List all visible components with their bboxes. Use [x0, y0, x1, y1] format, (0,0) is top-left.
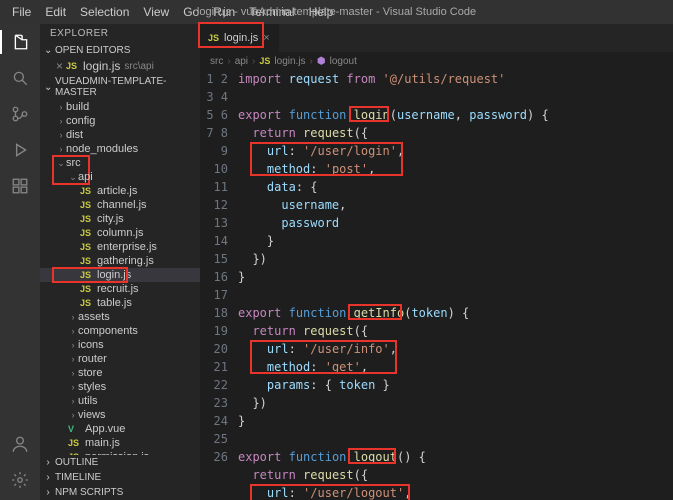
- file-item[interactable]: JSarticle.js: [40, 184, 200, 198]
- file-item[interactable]: JSchannel.js: [40, 198, 200, 212]
- open-editor-item[interactable]: × JS login.js src\api: [40, 58, 200, 74]
- folder-item[interactable]: ›build: [40, 100, 200, 114]
- extensions-icon[interactable]: [8, 174, 32, 198]
- file-item[interactable]: VApp.vue: [40, 422, 200, 436]
- menu-selection[interactable]: Selection: [74, 3, 135, 21]
- js-icon: JS: [80, 242, 94, 252]
- line-numbers: 1 2 3 4 5 6 7 8 9 10 11 12 13 14 15 16 1…: [200, 70, 238, 500]
- editor-tabs: JS login.js ×: [200, 24, 673, 52]
- js-icon: JS: [66, 61, 80, 71]
- js-icon: JS: [80, 200, 94, 210]
- js-icon: JS: [80, 284, 94, 294]
- explorer-icon[interactable]: [0, 30, 40, 54]
- file-item[interactable]: JSgathering.js: [40, 254, 200, 268]
- sidebar: EXPLORER ⌄OPEN EDITORS × JS login.js src…: [40, 24, 200, 500]
- outline-header[interactable]: ›OUTLINE: [40, 455, 200, 470]
- folder-item[interactable]: ›dist: [40, 128, 200, 142]
- js-icon: JS: [68, 438, 82, 448]
- close-icon[interactable]: ×: [263, 32, 269, 44]
- editor-tab[interactable]: JS login.js ×: [200, 24, 279, 52]
- file-item[interactable]: JScolumn.js: [40, 226, 200, 240]
- js-icon: JS: [208, 33, 219, 43]
- debug-icon[interactable]: [8, 138, 32, 162]
- vue-icon: V: [68, 424, 82, 434]
- js-icon: JS: [80, 298, 94, 308]
- js-icon: JS: [80, 256, 94, 266]
- folder-item[interactable]: ›views: [40, 408, 200, 422]
- project-header[interactable]: ⌄VUEADMIN-TEMPLATE-MASTER: [40, 74, 200, 100]
- account-icon[interactable]: [8, 432, 32, 456]
- file-item[interactable]: JScity.js: [40, 212, 200, 226]
- menu-view[interactable]: View: [137, 3, 175, 21]
- title-bar: File Edit Selection View Go Run Terminal…: [0, 0, 673, 24]
- source-control-icon[interactable]: [8, 102, 32, 126]
- code-editor[interactable]: 1 2 3 4 5 6 7 8 9 10 11 12 13 14 15 16 1…: [200, 70, 673, 500]
- file-item[interactable]: JSmain.js: [40, 436, 200, 450]
- menu-edit[interactable]: Edit: [39, 3, 72, 21]
- npm-header[interactable]: ›NPM SCRIPTS: [40, 485, 200, 500]
- file-item[interactable]: JSrecruit.js: [40, 282, 200, 296]
- js-icon: JS: [80, 270, 94, 280]
- menu-file[interactable]: File: [6, 3, 37, 21]
- folder-item[interactable]: ›components: [40, 324, 200, 338]
- js-icon: JS: [259, 56, 270, 66]
- folder-item[interactable]: ⌄src: [40, 156, 200, 170]
- js-icon: JS: [80, 214, 94, 224]
- file-item[interactable]: JSpermission.js: [40, 450, 200, 455]
- folder-item[interactable]: ›store: [40, 366, 200, 380]
- folder-item[interactable]: ›router: [40, 352, 200, 366]
- code-body[interactable]: import request from '@/utils/request' ex…: [238, 70, 673, 500]
- folder-item[interactable]: ›node_modules: [40, 142, 200, 156]
- js-icon: JS: [80, 186, 94, 196]
- breadcrumb[interactable]: src› api› JS login.js› ⬢logout: [200, 52, 673, 70]
- file-item[interactable]: JSlogin.js: [40, 268, 200, 282]
- file-tree: ›build›config›dist›node_modules⌄src⌄apiJ…: [40, 100, 200, 455]
- file-item[interactable]: JStable.js: [40, 296, 200, 310]
- activity-bar: [0, 24, 40, 500]
- search-icon[interactable]: [8, 66, 32, 90]
- folder-item[interactable]: ›config: [40, 114, 200, 128]
- js-icon: JS: [80, 228, 94, 238]
- js-icon: JS: [68, 452, 82, 455]
- folder-item[interactable]: ›assets: [40, 310, 200, 324]
- folder-item[interactable]: ⌄api: [40, 170, 200, 184]
- close-icon[interactable]: ×: [56, 59, 66, 73]
- window-title: login.js - vueAdmin-template-master - Vi…: [197, 6, 476, 18]
- sidebar-title: EXPLORER: [40, 24, 200, 43]
- file-item[interactable]: JSenterprise.js: [40, 240, 200, 254]
- folder-item[interactable]: ›icons: [40, 338, 200, 352]
- folder-item[interactable]: ›styles: [40, 380, 200, 394]
- open-editors-header[interactable]: ⌄OPEN EDITORS: [40, 43, 200, 58]
- settings-icon[interactable]: [8, 468, 32, 492]
- folder-item[interactable]: ›utils: [40, 394, 200, 408]
- timeline-header[interactable]: ›TIMELINE: [40, 470, 200, 485]
